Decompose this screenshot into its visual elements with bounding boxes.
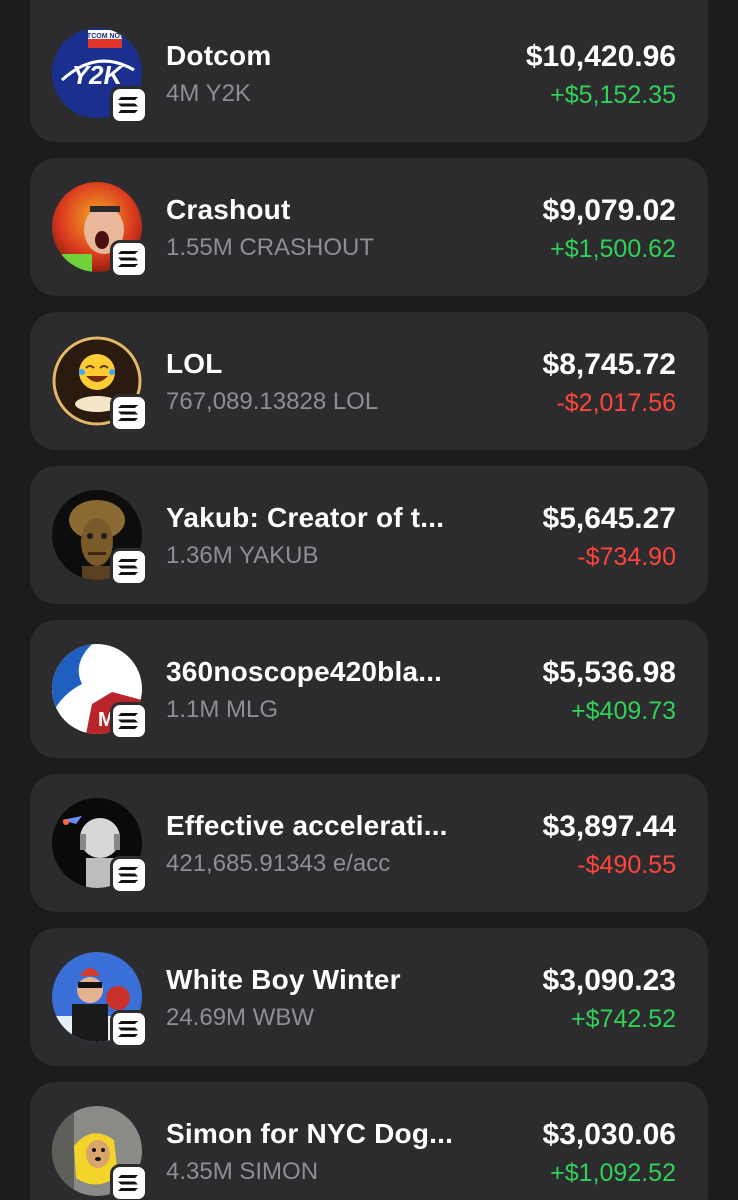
solana-chain-icon [110,702,148,740]
token-name: Crashout [166,194,291,225]
token-amount: 4.35M SIMON [166,1158,319,1185]
token-row-wbw[interactable]: White Boy Winter 24.69M WBW $3,090.23 +$… [30,928,708,1066]
token-value: $5,645.27 [542,502,676,535]
solana-chain-icon [110,548,148,586]
token-change: +$409.73 [571,697,676,725]
token-row-simon[interactable]: Simon for NYC Dog... 4.35M SIMON $3,030.… [30,1082,708,1200]
token-change: +$742.52 [571,1005,676,1033]
token-row-eacc[interactable]: Effective accelerati... 421,685.91343 e/… [30,774,708,912]
token-amount: 24.69M WBW [166,1004,315,1031]
token-change: -$734.90 [577,543,676,571]
solana-chain-icon [110,1164,148,1200]
token-amount: 1.55M CRASHOUT [166,234,375,261]
token-value: $9,079.02 [542,194,676,227]
token-change: -$2,017.56 [556,389,676,417]
solana-chain-icon [110,1010,148,1048]
token-row-crashout[interactable]: Crashout 1.55M CRASHOUT $9,079.02 +$1,50… [30,158,708,296]
solana-chain-icon [110,86,148,124]
token-change: +$1,500.62 [550,235,676,263]
token-row-mlg[interactable]: M 360noscope420bla... 1.1M MLG $5,536.98… [30,620,708,758]
dotcom-avatar-caption: DOTCOM NOW!!! [76,33,133,40]
token-amount: 421,685.91343 e/acc [166,850,391,877]
token-row-dotcom[interactable]: DOTCOM NOW!!! Y2K Dotcom 4M Y2K $10,420.… [30,0,708,142]
token-name: LOL [166,348,223,379]
token-name: 360noscope420bla... [166,656,443,687]
token-value: $3,090.23 [542,964,676,997]
token-amount: 1.36M YAKUB [166,542,319,569]
token-amount: 767,089.13828 LOL [166,388,379,415]
token-name: Effective accelerati... [166,810,448,841]
token-row-lol[interactable]: LOL 767,089.13828 LOL $8,745.72 -$2,017.… [30,312,708,450]
token-value: $10,420.96 [525,40,676,73]
token-name: Yakub: Creator of t... [166,502,445,533]
token-value: $3,897.44 [542,810,676,843]
token-name: Simon for NYC Dog... [166,1118,454,1149]
solana-chain-icon [110,856,148,894]
token-amount: 1.1M MLG [166,696,279,723]
token-value: $5,536.98 [542,656,676,689]
token-change: -$490.55 [577,851,676,879]
solana-chain-icon [110,394,148,432]
token-amount: 4M Y2K [166,80,251,107]
token-list: DOTCOM NOW!!! Y2K Dotcom 4M Y2K $10,420.… [0,0,738,1200]
token-name: White Boy Winter [166,964,401,995]
token-change: +$5,152.35 [550,81,676,109]
token-name: Dotcom [166,40,272,71]
token-value: $3,030.06 [542,1118,676,1151]
token-row-yakub[interactable]: Yakub: Creator of t... 1.36M YAKUB $5,64… [30,466,708,604]
solana-chain-icon [110,240,148,278]
token-change: +$1,092.52 [550,1159,676,1187]
token-value: $8,745.72 [542,348,676,381]
